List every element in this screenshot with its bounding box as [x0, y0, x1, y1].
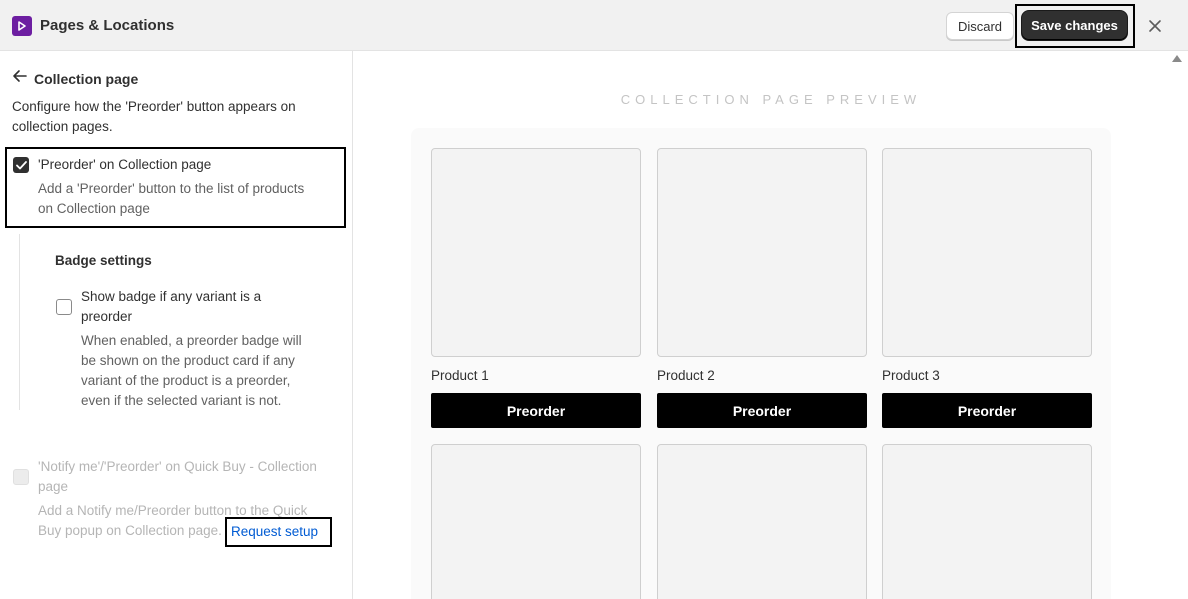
preview-product-grid: Product 1 Product 2 Product 3 Preorder P…	[411, 128, 1111, 599]
preorder-button[interactable]: Preorder	[431, 393, 641, 428]
product-image	[431, 444, 641, 599]
app-logo-icon	[12, 16, 32, 36]
show-badge-help-4: even if the selected variant is not.	[81, 393, 282, 408]
product-image	[882, 148, 1092, 357]
product-image	[431, 148, 641, 357]
preorder-collection-label[interactable]: 'Preorder' on Collection page	[38, 155, 211, 175]
quick-buy-label: 'Notify me'/'Preorder' on Quick Buy - Co…	[38, 459, 317, 474]
save-changes-button[interactable]: Save changes	[1022, 11, 1127, 40]
nested-settings-divider	[19, 234, 20, 410]
request-setup-link[interactable]: Request setup	[231, 522, 318, 542]
preorder-collection-help-2: on Collection page	[38, 201, 150, 216]
product-image	[657, 148, 867, 357]
show-badge-checkbox[interactable]	[56, 299, 72, 315]
page-title: Pages & Locations	[40, 17, 175, 34]
show-badge-help-1: When enabled, a preorder badge will	[81, 333, 302, 348]
quick-buy-help-2: Buy popup on Collection page.	[38, 523, 222, 538]
preorder-button[interactable]: Preorder	[882, 393, 1092, 428]
checkmark-icon	[15, 160, 27, 169]
collection-preview-pane: COLLECTION PAGE PREVIEW Product 1 Produc…	[354, 51, 1188, 599]
show-badge-help-2: be shown on the product card if any	[81, 353, 295, 368]
badge-settings-heading: Badge settings	[55, 253, 152, 268]
back-navigation[interactable]: Collection page	[12, 69, 138, 88]
show-badge-label[interactable]: Show badge if any variant is a	[81, 287, 261, 307]
scroll-up-arrow-icon[interactable]	[1172, 55, 1182, 62]
section-title: Collection page	[34, 70, 139, 87]
show-badge-help-3: variant of the product is a preorder,	[81, 373, 291, 388]
product-name: Product 2	[657, 368, 715, 383]
preorder-button[interactable]: Preorder	[657, 393, 867, 428]
app-header: Pages & Locations Discard Save changes	[0, 0, 1188, 51]
preorder-collection-checkbox[interactable]	[13, 157, 29, 173]
close-icon[interactable]	[1146, 17, 1164, 35]
preview-heading: COLLECTION PAGE PREVIEW	[620, 92, 922, 107]
discard-button[interactable]: Discard	[946, 12, 1014, 40]
quick-buy-label-2: page	[38, 479, 69, 494]
product-image	[657, 444, 867, 599]
product-name: Product 1	[431, 368, 489, 383]
product-image	[882, 444, 1092, 599]
show-badge-label-2[interactable]: preorder	[81, 307, 132, 327]
quick-buy-checkbox	[13, 469, 29, 485]
section-description: Configure how the 'Preorder' button appe…	[12, 99, 296, 134]
arrow-left-icon[interactable]	[12, 69, 28, 88]
settings-sidebar: Collection page Configure how the 'Preor…	[0, 51, 353, 599]
preorder-collection-help: Add a 'Preorder' button to the list of p…	[38, 181, 305, 196]
product-name: Product 3	[882, 368, 940, 383]
